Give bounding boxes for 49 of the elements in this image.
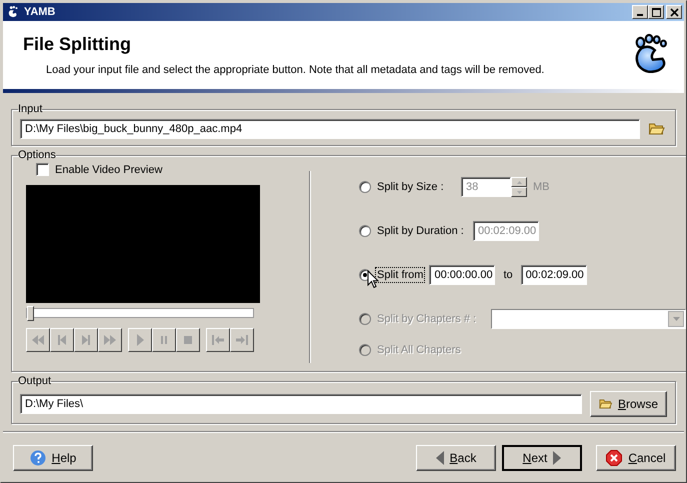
left-arrow-icon — [436, 451, 444, 465]
group-label: Input — [18, 103, 42, 115]
range-separator: to — [503, 269, 513, 281]
end-time-field[interactable]: 00:02:09.00 — [520, 265, 587, 285]
folder-icon — [599, 397, 612, 411]
unit-label: MB — [533, 181, 550, 193]
page-title: File Splitting — [23, 34, 132, 55]
help-icon — [30, 450, 46, 466]
minimize-button[interactable] — [632, 5, 648, 19]
radio-button[interactable] — [359, 181, 371, 193]
close-button[interactable] — [666, 5, 682, 19]
right-arrow-icon — [553, 451, 562, 465]
chapters-dropdown[interactable] — [491, 309, 686, 329]
slider-thumb[interactable] — [27, 306, 34, 321]
radio-label[interactable]: Split by Size : — [375, 179, 457, 195]
minimize-icon — [637, 14, 643, 16]
spin-buttons[interactable] — [511, 177, 527, 197]
rewind-icon — [31, 333, 45, 347]
start-time-field[interactable]: 00:00:00.00 — [429, 265, 496, 285]
mark-out-icon — [235, 333, 249, 347]
radio-button[interactable] — [359, 225, 371, 237]
mouse-pointer-icon — [367, 270, 379, 289]
forward-icon — [103, 333, 117, 347]
maximize-icon — [652, 8, 660, 16]
radio-label[interactable]: Split by Duration : — [375, 223, 469, 239]
checkbox[interactable] — [36, 163, 49, 176]
cancel-icon — [606, 450, 622, 466]
group-label: Options — [18, 149, 56, 161]
input-file-field[interactable]: D:\My Files\big_buck_bunny_480p_aac.mp4 — [20, 119, 640, 139]
close-icon — [670, 8, 678, 16]
checkbox-label[interactable]: Enable Video Preview — [55, 164, 162, 176]
group-label: Output — [18, 375, 52, 387]
cancel-button[interactable]: Cancel — [596, 445, 676, 471]
window-title: YAMB — [24, 6, 56, 18]
page-description: Load your input file and select the appropriate button. Note that all metadata and tags will be removed. — [46, 64, 546, 76]
foot-icon — [6, 5, 20, 19]
help-button[interactable]: Help — [13, 445, 93, 471]
mark-in-icon — [211, 333, 225, 347]
dropdown-arrow-icon — [672, 317, 680, 321]
next-icon — [79, 333, 93, 347]
stop-icon — [181, 333, 195, 347]
back-button[interactable]: Back — [416, 445, 496, 471]
folder-icon[interactable] — [648, 122, 665, 136]
output-folder-field[interactable]: D:\My Files\ — [20, 394, 582, 414]
next-button[interactable]: Next — [502, 445, 582, 471]
prev-icon — [55, 333, 69, 347]
browse-button[interactable]: Browse — [590, 391, 667, 417]
seek-slider[interactable] — [26, 308, 254, 318]
maximize-button[interactable] — [648, 5, 664, 19]
